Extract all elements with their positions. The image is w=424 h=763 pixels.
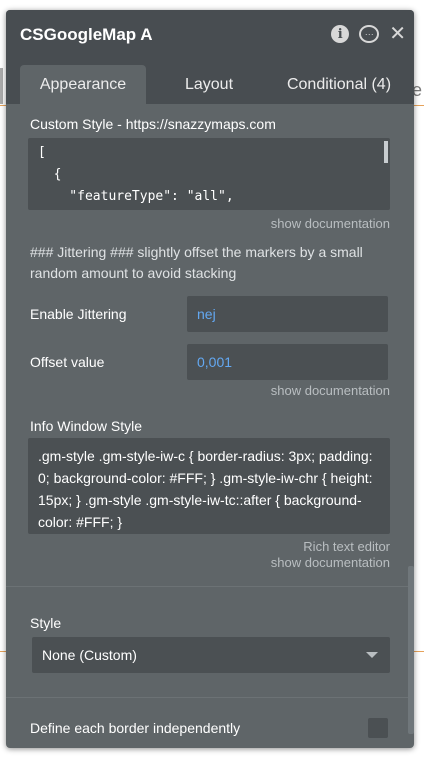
custom-style-line: { bbox=[38, 167, 62, 182]
info-icon[interactable]: i bbox=[331, 25, 350, 43]
tab-bar: Appearance Layout Conditional (4) bbox=[6, 60, 414, 104]
jittering-description: ### Jittering ### slightly offset the ma… bbox=[30, 244, 363, 281]
tab-appearance[interactable]: Appearance bbox=[20, 65, 146, 104]
show-documentation-link[interactable]: show documentation bbox=[271, 555, 390, 570]
section-divider bbox=[6, 697, 414, 698]
enable-jittering-label: Enable Jittering bbox=[30, 306, 127, 322]
comment-icon[interactable]: ··· bbox=[359, 25, 380, 43]
style-dropdown[interactable]: None (Custom) bbox=[32, 637, 390, 673]
show-documentation-link[interactable]: show documentation bbox=[271, 216, 390, 231]
property-editor-panel: CSGoogleMap A i ··· ✕ Appearance Layout … bbox=[6, 10, 414, 748]
offset-value-label: Offset value bbox=[30, 354, 105, 370]
style-dropdown-value: None (Custom) bbox=[42, 647, 137, 663]
style-label: Style bbox=[30, 615, 62, 631]
panel-title: CSGoogleMap A bbox=[20, 25, 153, 44]
show-documentation-link[interactable]: show documentation bbox=[271, 383, 390, 398]
offset-value-field[interactable]: 0,001 bbox=[187, 344, 388, 380]
define-borders-label: Define each border independently bbox=[30, 720, 241, 736]
info-window-style-editor[interactable]: .gm-style .gm-style-iw-c { border-radius… bbox=[28, 438, 390, 534]
custom-style-editor[interactable]: [ { "featureType": "all", bbox=[28, 138, 390, 210]
rich-text-editor-link[interactable]: Rich text editor bbox=[303, 539, 390, 554]
enable-jittering-value: nej bbox=[197, 306, 216, 322]
section-divider bbox=[6, 586, 414, 587]
define-borders-checkbox[interactable] bbox=[368, 718, 388, 738]
info-window-style-text: .gm-style .gm-style-iw-c { border-radius… bbox=[38, 448, 373, 530]
tab-layout[interactable]: Layout bbox=[156, 65, 262, 104]
tab-conditional[interactable]: Conditional (4) bbox=[276, 65, 402, 104]
custom-style-line: "featureType": "all", bbox=[38, 189, 234, 204]
close-icon[interactable]: ✕ bbox=[389, 24, 406, 44]
info-window-style-label: Info Window Style bbox=[30, 418, 143, 434]
panel-content: Custom Style - https://snazzymaps.com [ … bbox=[6, 104, 414, 748]
custom-style-label: Custom Style - https://snazzymaps.com bbox=[30, 116, 276, 132]
custom-style-scrollbar[interactable] bbox=[384, 141, 388, 163]
enable-jittering-field[interactable]: nej bbox=[187, 296, 388, 332]
panel-scrollbar[interactable] bbox=[408, 566, 414, 734]
panel-titlebar[interactable]: CSGoogleMap A i ··· ✕ bbox=[6, 10, 414, 60]
chevron-down-icon bbox=[366, 652, 378, 658]
offset-value-input: 0,001 bbox=[197, 354, 233, 370]
custom-style-line: [ bbox=[38, 145, 46, 160]
